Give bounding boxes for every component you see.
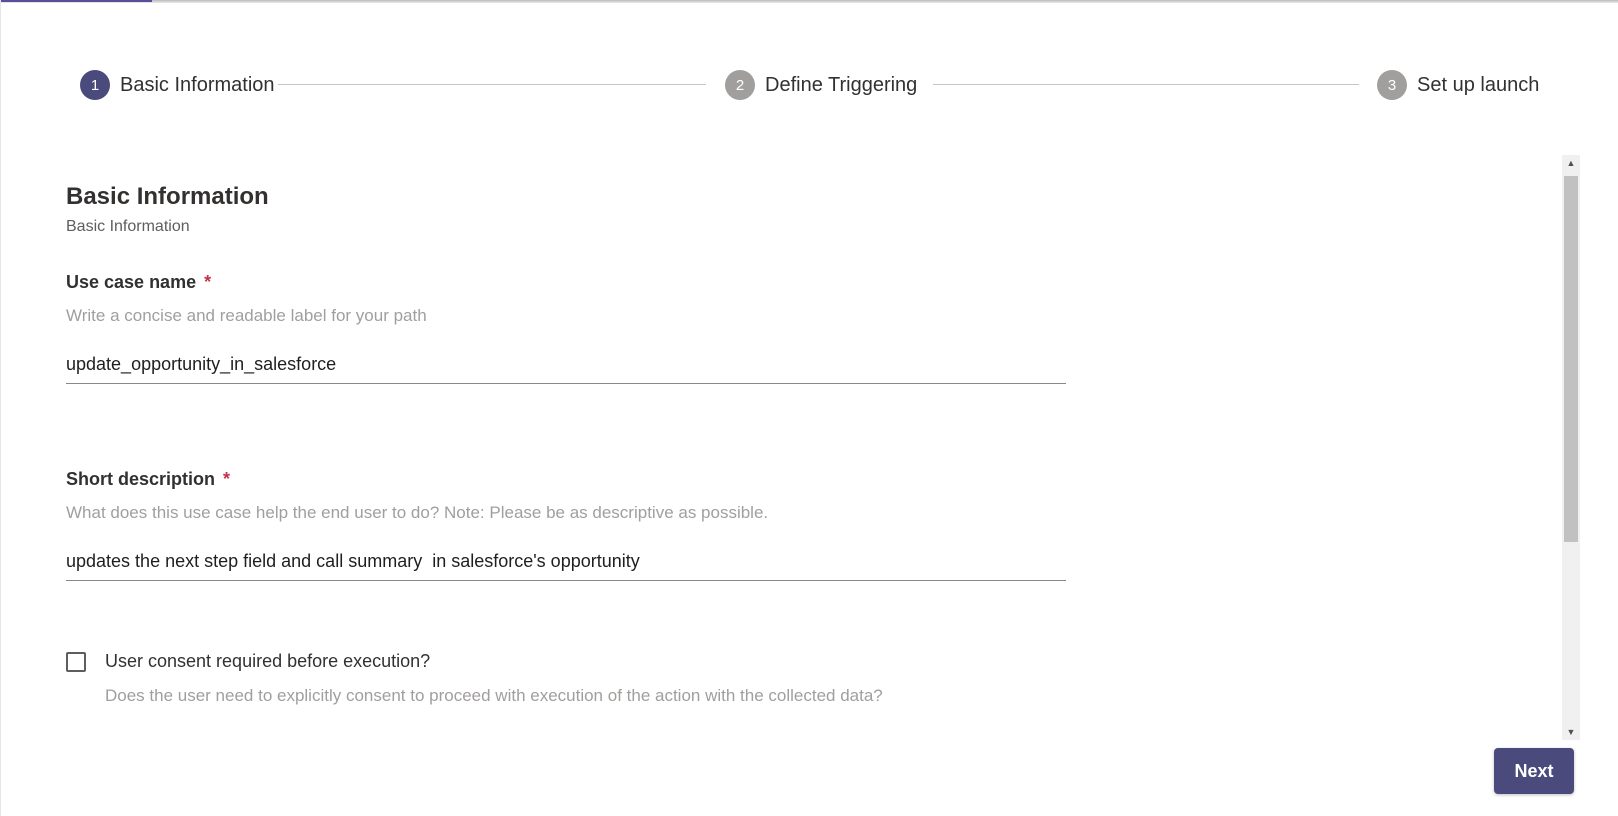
step-basic-information[interactable]: 1 Basic Information <box>80 70 275 100</box>
step-label: Define Triggering <box>765 73 918 96</box>
triangle-down-icon[interactable]: ▼ <box>1562 724 1580 740</box>
required-asterisk: * <box>204 272 212 292</box>
short-description-hint: What does this use case help the end use… <box>66 503 769 522</box>
page: 1 Basic Information 2 Define Triggering … <box>0 0 1618 816</box>
form-content: Basic Information Basic Information Use … <box>66 180 1066 705</box>
step-set-up-launch[interactable]: 3 Set up launch <box>1377 70 1539 100</box>
user-consent-hint: Does the user need to explicitly consent… <box>105 686 883 705</box>
step-number-badge: 3 <box>1377 70 1407 100</box>
user-consent-checkbox[interactable] <box>66 652 86 672</box>
use-case-name-field: Use case name * Write a concise and reada… <box>66 270 1066 384</box>
top-bar-accent <box>0 0 152 2</box>
step-number-badge: 1 <box>80 70 110 100</box>
short-description-label: Short description * <box>66 467 1066 491</box>
use-case-name-hint: Write a concise and readable label for y… <box>66 306 427 325</box>
user-consent-label[interactable]: User consent required before execution? <box>105 651 430 672</box>
step-connector <box>933 84 1359 85</box>
next-button[interactable]: Next <box>1494 748 1574 794</box>
scrollbar-thumb[interactable] <box>1564 176 1578 542</box>
step-define-triggering[interactable]: 2 Define Triggering <box>725 70 917 100</box>
section-subtitle: Basic Information <box>66 218 190 235</box>
short-description-field: Short description * What does this use ca… <box>66 467 1066 581</box>
section-title: Basic Information <box>66 183 269 210</box>
use-case-name-input[interactable] <box>66 354 1066 384</box>
vertical-scrollbar[interactable]: ▲ ▼ <box>1562 155 1580 740</box>
required-asterisk: * <box>223 469 231 489</box>
triangle-up-icon[interactable]: ▲ <box>1562 155 1580 171</box>
step-number-badge: 2 <box>725 70 755 100</box>
step-label: Set up launch <box>1417 73 1540 96</box>
step-label: Basic Information <box>120 73 275 96</box>
field-label-text: Use case name <box>66 272 197 292</box>
use-case-name-label: Use case name * <box>66 270 1066 294</box>
field-label-text: Short description <box>66 469 216 489</box>
left-edge-divider <box>0 0 1 816</box>
top-bar-shadow <box>0 0 1618 3</box>
step-connector <box>278 84 706 85</box>
stepper: 1 Basic Information 2 Define Triggering … <box>80 70 1540 100</box>
short-description-input[interactable] <box>66 551 1066 581</box>
